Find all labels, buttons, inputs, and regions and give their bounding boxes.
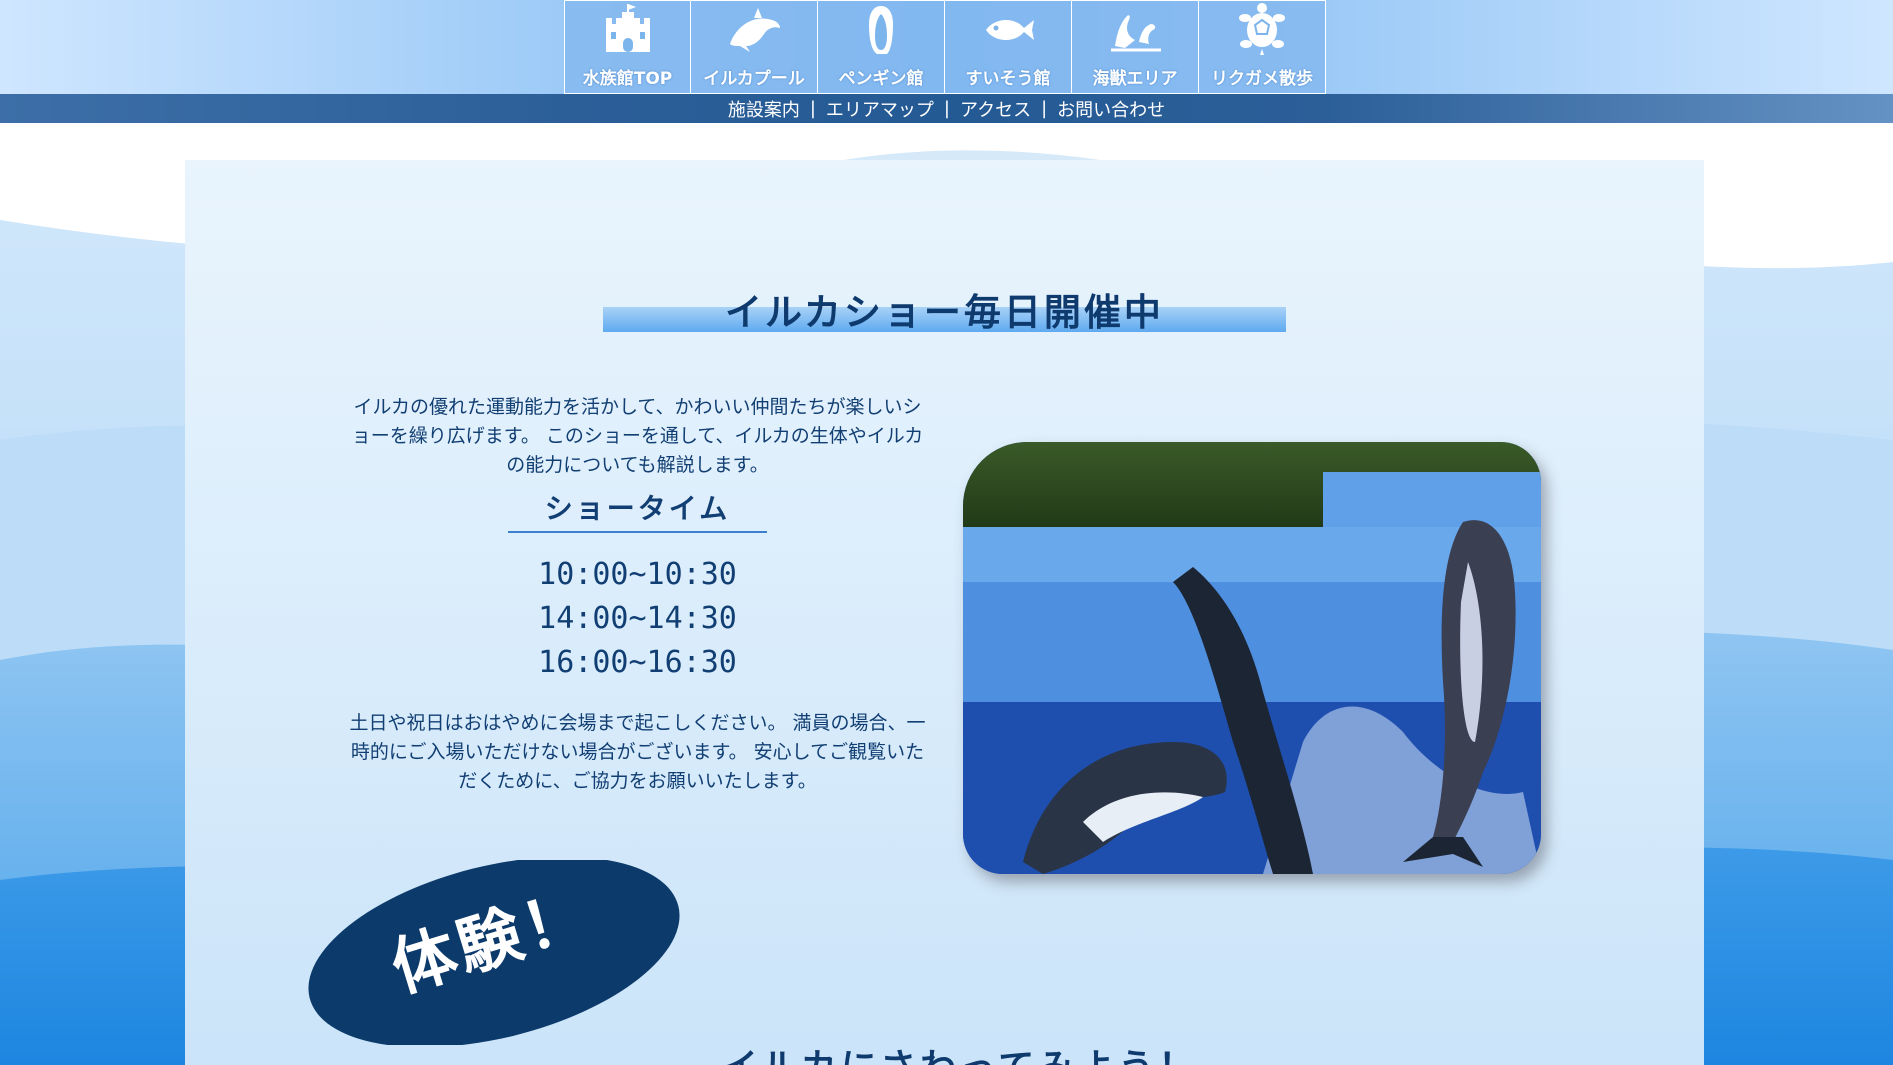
notice-text: 土日や祝日はおはやめに会場まで起こしください。 満員の場合、一時的にご入場いただ… — [349, 712, 926, 792]
page-title: イルカショー毎日開催中 — [725, 291, 1164, 334]
dolphin-icon — [730, 8, 780, 52]
section-heading-touch: イルカにさわってみよう！ — [700, 1038, 1220, 1065]
seal-icon — [1111, 15, 1161, 52]
sub-nav-access-link[interactable]: アクセス — [960, 96, 1031, 122]
nav-tile-penguin-house[interactable]: ペンギン館 — [818, 0, 945, 94]
sub-nav-facilities-link[interactable]: 施設案内 — [728, 96, 800, 122]
nav-label: リクガメ散歩 — [1211, 69, 1313, 89]
nav-label: 水族館TOP — [582, 69, 673, 89]
separator: | — [1041, 98, 1048, 119]
nav-tile-sea-mammal-area[interactable]: 海獣エリア — [1072, 0, 1199, 94]
fish-icon — [986, 19, 1034, 41]
dolphin-show-photo — [963, 442, 1541, 874]
showtime-item: 10:00~10:30 — [538, 557, 737, 592]
nav-tile-dolphin-pool[interactable]: イルカプール — [691, 0, 818, 94]
turtle-icon — [1239, 3, 1285, 55]
nav-label: すいそう館 — [965, 69, 1051, 89]
separator: | — [943, 98, 950, 119]
nav-label: 海獣エリア — [1092, 69, 1178, 89]
showtime-heading: ショータイム — [508, 487, 767, 533]
icon-nav: 水族館TOP イルカプール ペンギン館 すいそう館 海獣エリア リクガメ散歩 — [564, 0, 1326, 94]
sub-nav-area-map-link[interactable]: エリアマップ — [826, 96, 934, 122]
showtime-item: 14:00~14:30 — [538, 601, 737, 636]
separator: | — [809, 98, 816, 119]
nav-tile-aquarium-tank[interactable]: すいそう館 — [945, 0, 1072, 94]
dolphin-photo-image — [963, 442, 1541, 874]
sub-nav-contact-link[interactable]: お問い合わせ — [1057, 96, 1165, 122]
penguin-icon — [869, 6, 893, 54]
castle-icon — [605, 4, 650, 52]
intro-text: イルカの優れた運動能力を活かして、かわいい仲間たちが楽しいショーを繰り広げます。… — [351, 396, 924, 476]
nav-tile-top[interactable]: 水族館TOP — [564, 0, 691, 94]
showtime-list: 10:00~10:30 14:00~14:30 16:00~16:30 — [508, 553, 767, 685]
sub-nav: 施設案内 | エリアマップ | アクセス | お問い合わせ — [0, 94, 1893, 123]
nav-label: ペンギン館 — [838, 69, 924, 89]
nav-label: イルカプール — [703, 69, 805, 89]
nav-tile-tortoise-walk[interactable]: リクガメ散歩 — [1199, 0, 1326, 94]
showtime-item: 16:00~16:30 — [538, 645, 737, 680]
